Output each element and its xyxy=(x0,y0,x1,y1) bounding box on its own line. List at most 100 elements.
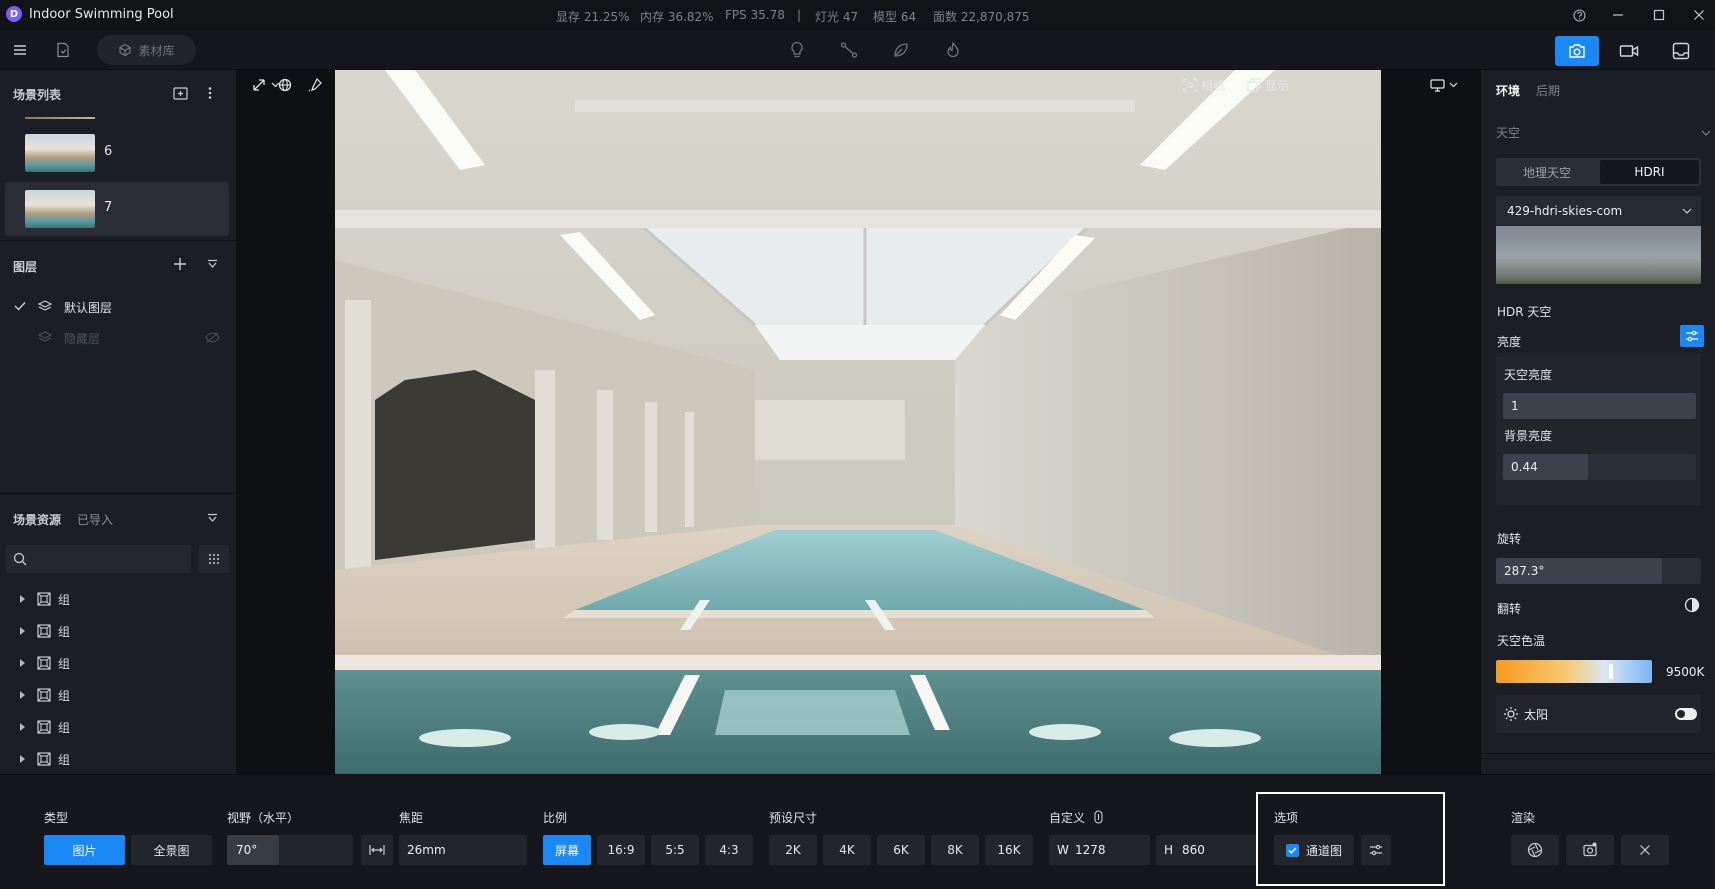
tab-imported[interactable]: 已导入 xyxy=(77,511,113,528)
type-panorama-button[interactable]: 全景图 xyxy=(131,835,212,865)
gallery-mode-button[interactable] xyxy=(1659,36,1703,66)
sky-collapse-icon[interactable] xyxy=(1701,130,1711,136)
monitor-icon xyxy=(1430,79,1445,92)
sky-brightness-slider[interactable]: 1 xyxy=(1503,393,1696,419)
menu-icon[interactable] xyxy=(8,38,32,62)
preset-2k-button[interactable]: 2K xyxy=(769,835,817,865)
flip-label: 翻转 xyxy=(1497,602,1522,616)
preset-4k-button[interactable]: 4K xyxy=(823,835,871,865)
expand-arrow-icon[interactable] xyxy=(20,659,25,667)
scene-more-icon[interactable] xyxy=(208,86,212,100)
camera-mode-button[interactable] xyxy=(1555,36,1599,66)
expand-arrow-icon[interactable] xyxy=(20,755,25,763)
expand-arrow-icon[interactable] xyxy=(20,723,25,731)
camera-view-button[interactable]: 相机 xyxy=(1183,72,1225,98)
preset-16k-button[interactable]: 16K xyxy=(985,835,1033,865)
close-icon[interactable] xyxy=(1688,5,1710,25)
render-close-button[interactable] xyxy=(1621,835,1669,865)
snap-tool-button[interactable] xyxy=(307,72,323,98)
render-label: 渲染 xyxy=(1511,811,1536,825)
tab-environment[interactable]: 环境 xyxy=(1496,82,1520,99)
channel-map-checkbox[interactable]: 通道图 xyxy=(1274,835,1354,865)
resource-label: 组 xyxy=(58,753,71,767)
brightness-group: 天空亮度 1 背景亮度 0.44 xyxy=(1496,353,1701,505)
lights-stat: 灯光 47 xyxy=(815,10,859,24)
sky-section-title[interactable]: 天空 xyxy=(1496,124,1520,141)
faces-stat: 面数 22,870,875 xyxy=(933,10,1030,24)
fov-fit-button[interactable] xyxy=(361,835,393,865)
tab-scene-resources[interactable]: 场景资源 xyxy=(13,511,61,528)
render-settings-button[interactable] xyxy=(1511,835,1559,865)
world-space-button[interactable] xyxy=(278,72,292,98)
ratio-16-9-button[interactable]: 16:9 xyxy=(597,835,645,865)
chevron-down-icon xyxy=(1449,82,1458,88)
render-start-button[interactable] xyxy=(1566,835,1614,865)
grid-view-button[interactable] xyxy=(199,545,229,573)
sun-label: 太阳 xyxy=(1524,708,1549,722)
eye-hidden-icon[interactable] xyxy=(205,332,220,343)
fov-slider[interactable]: 70° xyxy=(227,835,353,865)
color-temp-slider[interactable] xyxy=(1496,660,1652,683)
resource-tree-item[interactable]: 组 xyxy=(0,711,237,743)
display-layers-icon xyxy=(1247,78,1261,92)
view-options-button[interactable] xyxy=(1430,72,1458,98)
light-bulb-icon[interactable] xyxy=(785,38,809,62)
maximize-icon[interactable] xyxy=(1648,5,1670,25)
import-file-icon[interactable] xyxy=(51,38,75,62)
type-image-button[interactable]: 图片 xyxy=(44,835,125,865)
focal-value: 26mm xyxy=(407,843,446,857)
resource-tree-item[interactable]: 组 xyxy=(0,743,237,775)
color-temp-handle[interactable] xyxy=(1609,664,1613,679)
sky-brightness-fill xyxy=(1503,393,1696,419)
leaf-icon[interactable] xyxy=(889,38,913,62)
viewport[interactable]: 相机 显示 xyxy=(237,70,1480,774)
geo-sky-option[interactable]: 地理天空 xyxy=(1498,160,1596,184)
path-tool-icon[interactable] xyxy=(837,38,861,62)
flame-icon[interactable] xyxy=(941,38,965,62)
display-button[interactable]: 显示 xyxy=(1247,72,1289,98)
layer-filter-icon[interactable] xyxy=(207,259,218,269)
ratio-4-3-button[interactable]: 4:3 xyxy=(705,835,753,865)
minimize-icon[interactable] xyxy=(1607,5,1629,25)
layer-item-default[interactable]: 默认图层 xyxy=(0,292,237,322)
rotation-slider[interactable]: 287.3° xyxy=(1496,558,1701,584)
custom-width-field[interactable]: W 1278 xyxy=(1049,835,1150,865)
rotation-label: 旋转 xyxy=(1497,532,1522,546)
search-input[interactable] xyxy=(32,549,184,569)
preset-6k-button[interactable]: 6K xyxy=(877,835,925,865)
resource-tree-item[interactable]: 组 xyxy=(0,583,237,615)
add-scene-icon[interactable] xyxy=(173,86,188,100)
sun-toggle[interactable] xyxy=(1675,708,1697,720)
resource-tree-item[interactable]: 组 xyxy=(0,679,237,711)
video-mode-button[interactable] xyxy=(1607,36,1651,66)
layer-item-hidden[interactable]: 隐藏层 xyxy=(0,323,237,353)
tab-post[interactable]: 后期 xyxy=(1536,82,1560,99)
hdri-option[interactable]: HDRI xyxy=(1600,160,1699,184)
resource-tree-item[interactable]: 组 xyxy=(0,647,237,679)
focal-field[interactable]: 26mm xyxy=(399,835,527,865)
layers-icon xyxy=(38,331,52,344)
resource-filter-icon[interactable] xyxy=(207,513,218,523)
ratio-screen-button[interactable]: 屏幕 xyxy=(543,835,591,865)
custom-height-field[interactable]: H 860 xyxy=(1156,835,1257,865)
ratio-5-5-button[interactable]: 5:5 xyxy=(651,835,699,865)
scene-item-7[interactable]: 7 xyxy=(5,182,229,236)
scene-item-6[interactable]: 6 xyxy=(5,126,229,180)
transform-tool-button[interactable] xyxy=(251,72,280,98)
hdri-preview-image[interactable] xyxy=(1496,226,1701,284)
expand-arrow-icon[interactable] xyxy=(20,627,25,635)
flip-toggle-icon[interactable] xyxy=(1684,597,1700,613)
expand-arrow-icon[interactable] xyxy=(20,691,25,699)
brightness-settings-button[interactable] xyxy=(1680,325,1704,347)
expand-arrow-icon[interactable] xyxy=(20,595,25,603)
preset-8k-button[interactable]: 8K xyxy=(931,835,979,865)
swap-size-icon[interactable] xyxy=(1094,810,1103,824)
bg-brightness-slider[interactable]: 0.44 xyxy=(1503,454,1696,480)
resource-tree-item[interactable]: 组 xyxy=(0,615,237,647)
channel-settings-button[interactable] xyxy=(1361,835,1391,865)
hdri-select[interactable]: 429-hdri-skies-com xyxy=(1496,196,1701,226)
resource-search-field[interactable] xyxy=(6,545,191,573)
help-icon[interactable] xyxy=(1568,5,1590,25)
asset-library-button[interactable]: 素材库 xyxy=(97,35,196,65)
add-layer-icon[interactable] xyxy=(173,257,187,271)
